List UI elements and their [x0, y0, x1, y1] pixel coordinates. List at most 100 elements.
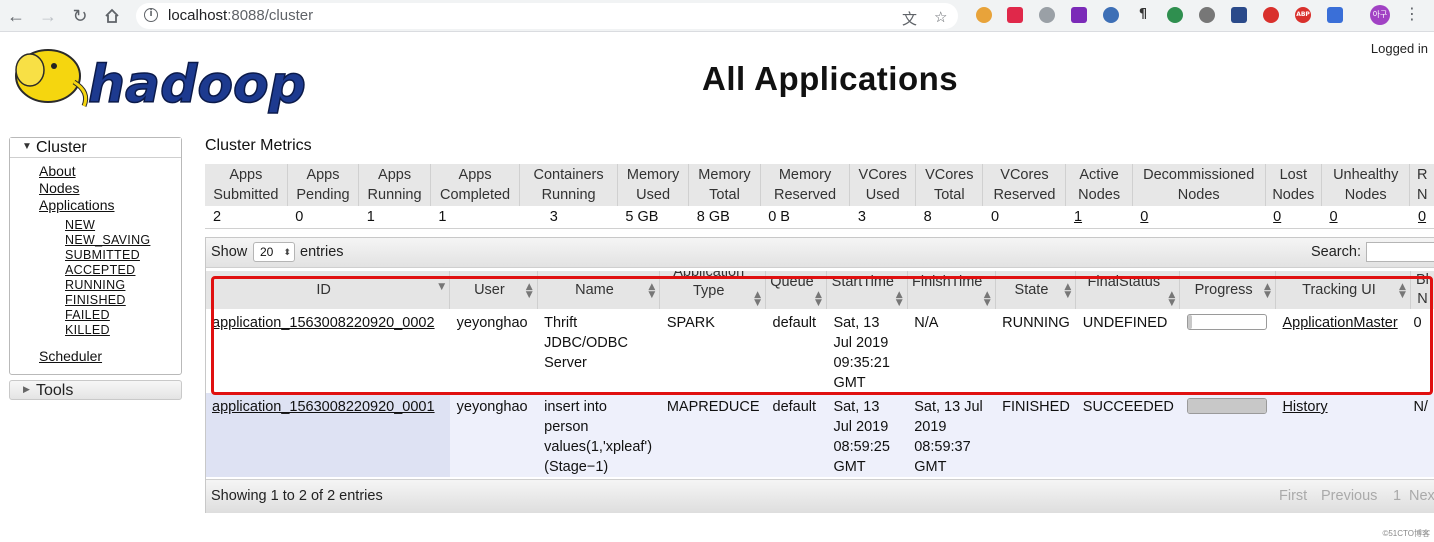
address-url: localhost:8088/cluster	[168, 7, 314, 24]
show-label: Show	[211, 244, 248, 260]
cookie-extension-icon[interactable]	[976, 7, 992, 23]
logged-in-status: Logged in	[1370, 41, 1428, 56]
metric-header-apps-completed: Apps Completed	[430, 164, 521, 206]
select-arrows-icon: ⬍	[283, 247, 291, 257]
page-title: All Applications	[702, 60, 959, 97]
metric-lost-nodes-link[interactable]: 0	[1265, 206, 1322, 229]
metric-apps-completed: 1	[430, 206, 520, 229]
doc-extension-icon[interactable]	[1327, 7, 1343, 23]
app-state: FINISHED	[995, 393, 1076, 477]
sidebar-link-applications[interactable]: Applications	[39, 197, 115, 213]
metric-unhealthy-nodes-link[interactable]: 0	[1321, 206, 1410, 229]
cluster-metrics-title: Cluster Metrics	[205, 137, 312, 154]
metric-header-containers-running: Containers Running	[519, 164, 618, 206]
bookmark-star-icon[interactable]: ☆	[934, 8, 947, 26]
sidebar-state-submitted[interactable]: SUBMITTED	[65, 248, 140, 262]
home-icon[interactable]	[100, 4, 124, 28]
pager-previous[interactable]: Previous	[1321, 488, 1377, 504]
metric-header-lost-nodes: Lost Nodes	[1265, 164, 1322, 206]
app-progress-cell	[1179, 393, 1276, 477]
sidebar-state-running[interactable]: RUNNING	[65, 278, 125, 292]
highlight-annotation-box	[211, 276, 1433, 395]
sidebar-state-killed[interactable]: KILLED	[65, 323, 110, 337]
search-input[interactable]	[1366, 242, 1434, 262]
sidebar-state-finished[interactable]: FINISHED	[65, 293, 126, 307]
forward-arrow-icon[interactable]: →	[36, 4, 60, 28]
menu-kebab-icon[interactable]: ⋮	[1404, 4, 1420, 23]
pager-next[interactable]: Next	[1409, 488, 1434, 504]
watermark: ©51CTO博客	[1382, 529, 1430, 538]
info-icon[interactable]: i	[144, 8, 158, 22]
app-user: yeyonghao	[449, 393, 538, 477]
metric-memory-used: 5 GB	[617, 206, 689, 229]
metric-header-apps-running: Apps Running	[358, 164, 431, 206]
metric-header-vcores-used: VCores Used	[849, 164, 917, 206]
sidebar-cluster-panel: ▼ Cluster About Nodes Applications NEW N…	[9, 137, 182, 375]
expanded-triangle-icon: ▼	[22, 141, 32, 152]
reload-icon[interactable]: ↻	[68, 4, 92, 28]
metric-decommissioned-nodes-link[interactable]: 0	[1132, 206, 1266, 229]
metric-vcores-used: 3	[849, 206, 916, 229]
metric-containers-running: 3	[519, 206, 618, 229]
sidebar-link-nodes[interactable]: Nodes	[39, 180, 79, 196]
translate-icon[interactable]: 文	[902, 8, 917, 29]
sidebar-state-new[interactable]: NEW	[65, 218, 95, 232]
sidebar-state-new-saving[interactable]: NEW_SAVING	[65, 233, 150, 247]
metric-apps-submitted: 2	[205, 206, 288, 229]
metric-header-apps-submitted: Apps Submitted	[205, 164, 288, 206]
red-extension-icon[interactable]	[1007, 7, 1023, 23]
pager-first[interactable]: First	[1279, 488, 1307, 504]
cluster-section-label: Cluster	[36, 139, 87, 156]
tracking-ui-link[interactable]: History	[1275, 393, 1411, 477]
hadoop-logo[interactable]: hadoop	[10, 40, 310, 116]
app-queue: default	[765, 393, 827, 477]
table-row[interactable]: application_1563008220920_0001 yeyonghao…	[206, 393, 1434, 477]
metric-header-active-nodes: Active Nodes	[1065, 164, 1133, 206]
metric-header-vcores-reserved: VCores Reserved	[982, 164, 1067, 206]
adblock-extension-icon[interactable]: ABP	[1295, 7, 1311, 23]
cluster-metrics-table: Apps Submitted Apps Pending Apps Running Ap…	[205, 164, 1434, 229]
profile-avatar[interactable]: 아구	[1370, 5, 1390, 25]
app-id-link[interactable]: application_1563008220920_0001	[206, 393, 450, 477]
table-toolbar: Show 20 ⬍ entries Search:	[206, 238, 1434, 268]
collapsed-triangle-icon: ▶	[23, 384, 30, 394]
page-size-select[interactable]: 20 ⬍	[253, 242, 295, 262]
back-arrow-icon[interactable]: ←	[4, 4, 28, 28]
grey-circle-extension-icon[interactable]	[1199, 7, 1215, 23]
progress-fill	[1187, 399, 1266, 413]
pilcrow-extension-icon[interactable]: ¶	[1135, 7, 1151, 23]
metric-header-vcores-total: VCores Total	[915, 164, 984, 206]
sidebar-state-accepted[interactable]: ACCEPTED	[65, 263, 135, 277]
page-size-value: 20	[260, 245, 274, 259]
browser-toolbar: ← → ↻ i localhost:8088/cluster 文 ☆ ¶ ABP…	[0, 0, 1434, 32]
app-start-time: Sat, 13 Jul 2019 08:59:25 GMT	[826, 393, 908, 477]
metric-header-decommissioned-nodes: Decommissioned Nodes	[1132, 164, 1266, 206]
network-extension-icon[interactable]	[1039, 7, 1055, 23]
metric-apps-running: 1	[358, 206, 431, 229]
metric-header-apps-pending: Apps Pending	[287, 164, 360, 206]
tools-section-header[interactable]: ▶ Tools	[9, 380, 182, 400]
metrics-values-row: 2 0 1 1 3 5 GB 8 GB 0 B 3 8 0 1 0 0 0 0	[205, 206, 1434, 229]
sidebar-link-scheduler[interactable]: Scheduler	[39, 348, 102, 364]
blue-circle-extension-icon[interactable]	[1103, 7, 1119, 23]
purple-extension-icon[interactable]	[1071, 7, 1087, 23]
app-name: insert into person values(1,'xpleaf') (S…	[537, 393, 660, 477]
metric-memory-reserved: 0 B	[760, 206, 850, 229]
shield-extension-icon[interactable]	[1263, 7, 1279, 23]
pager-page-1[interactable]: 1	[1393, 488, 1401, 504]
app-final-status: SUCCEEDED	[1075, 393, 1180, 477]
metric-header-memory-used: Memory Used	[617, 164, 690, 206]
sidebar-state-failed[interactable]: FAILED	[65, 308, 110, 322]
tools-section-label: Tools	[36, 382, 74, 399]
app-type: MAPREDUCE	[659, 393, 766, 477]
metric-active-nodes-link[interactable]: 1	[1065, 206, 1133, 229]
metric-vcores-total: 8	[915, 206, 983, 229]
sidebar-link-about[interactable]: About	[39, 163, 76, 179]
metric-rebooted-nodes-link[interactable]: 0	[1409, 206, 1434, 229]
green-extension-icon[interactable]	[1167, 7, 1183, 23]
app-finish-time: Sat, 13 Jul 2019 08:59:37 GMT	[907, 393, 996, 477]
address-bar[interactable]: i localhost:8088/cluster 文 ☆	[136, 3, 958, 29]
dark-blue-extension-icon[interactable]	[1231, 7, 1247, 23]
cluster-section-header[interactable]: ▼ Cluster	[10, 138, 181, 158]
metric-header-rebooted-nodes: RN	[1409, 164, 1434, 206]
